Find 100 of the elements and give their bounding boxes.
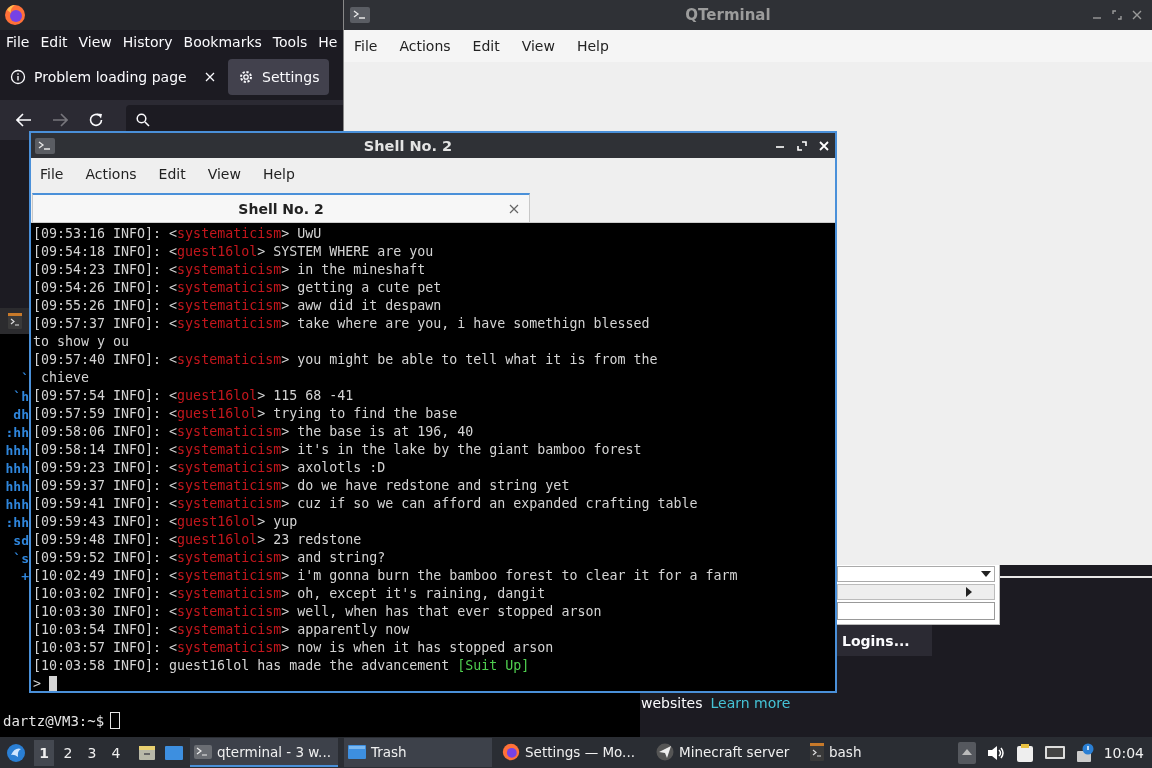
maximize-icon[interactable] [1112,10,1122,20]
menu-item[interactable]: Actions [85,166,137,182]
input-prompt: > [33,675,41,691]
ascii-art-text: :hh [5,514,29,532]
arrow-up-icon[interactable] [957,741,976,764]
log-text: [09:59:52 INFO]: < [33,549,178,567]
menu-item[interactable]: File [354,38,378,54]
clock-text: 10:04 [1103,744,1144,761]
log-text: > aww did it despawn [281,297,442,315]
logins-button[interactable]: Logins... [836,625,932,656]
desktop-icon[interactable] [164,743,184,762]
log-text: [10:03:58 INFO]: guest16lol has made the advancement [33,657,451,675]
reload-icon[interactable] [88,112,104,128]
ascii-art-text: + [21,568,29,586]
log-text: > and string? [281,549,386,567]
terminal-tab[interactable]: Shell No. 2 [32,193,530,222]
player-name: systematicism [177,441,282,459]
log-text: [09:59:37 INFO]: < [33,477,178,495]
log-text: [09:59:41 INFO]: < [33,495,178,513]
menu-item[interactable]: History [122,34,173,50]
menu-item[interactable]: Edit [40,34,68,50]
log-text: > cuz if so we can afford an expanded crafting table [281,495,698,513]
forward-arrow-icon[interactable] [52,113,68,127]
log-text: > take where are you, i have somethign blessed [281,315,650,333]
network-icon[interactable] [1043,743,1066,762]
log-text: > UwU [281,225,322,243]
log-text: > i'm gonna burn the bamboo forest to clear it for a farm [281,567,738,585]
learn-more-link[interactable]: Learn more [710,695,791,711]
ascii-art-text: ` [21,370,29,388]
taskbar-button[interactable]: qterminal - 3 w... [190,738,338,767]
player-name: systematicism [177,639,282,657]
log-text: [09:57:54 INFO]: < [33,387,178,405]
file-manager-icon[interactable] [138,743,156,762]
ascii-art-text: hhh [5,496,29,514]
log-text: > the base is at 196, 40 [281,423,474,441]
menu-item[interactable]: Tools [272,34,308,50]
player-name: systematicism [177,279,282,297]
log-text: [10:03:30 INFO]: < [33,603,178,621]
restore-icon[interactable] [797,140,807,151]
log-text: [09:58:14 INFO]: < [33,441,178,459]
log-text: > axolotls :D [281,459,386,477]
browser-tab[interactable]: Settings [228,59,330,95]
log-text: > now is when it has stopped arson [281,639,554,657]
log-text: [09:53:16 INFO]: < [33,225,178,243]
desktop-switch[interactable]: 4 [106,739,126,766]
desktop-switch[interactable]: 1 [34,739,54,766]
scroll-bar[interactable] [837,584,995,600]
menu-item[interactable]: Bookmarks [183,34,262,50]
browser-logo-icon [502,742,520,761]
menu-item[interactable]: View [78,34,112,50]
player-name: systematicism [177,423,282,441]
log-text: to show y ou [33,333,130,351]
log-text: > getting a cute pet [281,279,442,297]
input-field[interactable] [837,602,995,620]
log-text: > well, when has that ever stopped arson [281,603,602,621]
player-name: systematicism [177,495,282,513]
ascii-art-text: `h [13,388,29,406]
ascii-art-text: hhh [5,442,29,460]
player-name: systematicism [177,585,282,603]
player-name: guest16lol [177,243,258,261]
desktop-switch[interactable]: 2 [58,739,78,766]
log-text: > oh, except it's raining, dangit [281,585,546,603]
menu-item[interactable]: View [207,166,241,182]
start-menu-icon[interactable] [6,742,26,763]
log-text: [09:59:43 INFO]: < [33,513,178,531]
menu-item[interactable]: Help [576,38,609,54]
dropdown-field[interactable] [837,566,995,582]
clipboard-icon[interactable] [1015,742,1034,763]
ascii-art-text: sd [13,532,29,550]
taskbar-button[interactable]: Trash [344,738,492,767]
menu-item[interactable]: He [318,34,338,50]
terminal-icon [810,742,824,761]
log-text: [10:02:49 INFO]: < [33,567,178,585]
taskbar-button[interactable]: Minecraft server [652,738,800,767]
menu-item[interactable]: View [521,38,555,54]
ascii-art-text: :hh [5,424,29,442]
menu-item[interactable]: Edit [158,166,186,182]
text-cursor [110,712,121,729]
player-name: systematicism [177,621,282,639]
log-text: > apparently now [281,621,410,639]
log-text: [09:57:37 INFO]: < [33,315,178,333]
ascii-art-text: hhh [5,478,29,496]
menu-item[interactable]: Actions [399,38,451,54]
volume-icon[interactable] [985,743,1006,762]
notification-icon[interactable] [1075,742,1094,763]
back-arrow-icon[interactable] [16,113,32,127]
taskbar-button[interactable]: bash [806,738,954,767]
menu-item[interactable]: File [40,166,64,182]
browser-tab[interactable]: Problem loading page [0,59,225,95]
log-text: [09:59:23 INFO]: < [33,459,178,477]
menu-item[interactable]: Help [262,166,295,182]
paper-plane-icon [656,742,674,761]
menu-item[interactable]: Edit [472,38,500,54]
taskbar-button[interactable]: Settings — Mo... [498,738,646,767]
player-name: systematicism [177,477,282,495]
desktop-switch[interactable]: 3 [82,739,102,766]
player-name: guest16lol [177,531,258,549]
window-title: QTerminal [684,6,772,24]
log-text: [10:03:02 INFO]: < [33,585,178,603]
menu-item[interactable]: File [6,34,30,50]
